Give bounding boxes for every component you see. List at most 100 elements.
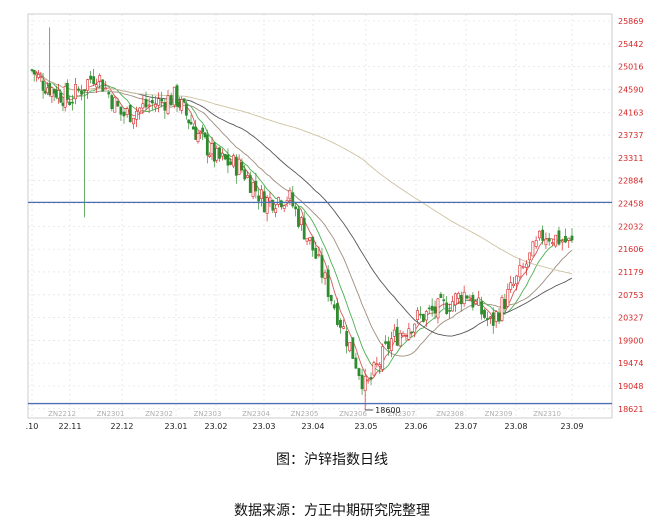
candle-body bbox=[392, 329, 396, 337]
candle-body bbox=[357, 368, 361, 377]
candle-body bbox=[459, 294, 463, 305]
x-tick-label: 23.07 bbox=[455, 422, 478, 431]
candle-body bbox=[163, 102, 167, 111]
y-tick-label: 19474 bbox=[618, 359, 643, 368]
contract-label: ZN2212 bbox=[48, 410, 76, 418]
candle-body bbox=[210, 143, 214, 155]
candle-body bbox=[314, 247, 318, 259]
y-tick-label: 22884 bbox=[618, 177, 643, 186]
y-tick-label: 22458 bbox=[618, 200, 643, 209]
candle-body bbox=[348, 342, 352, 352]
contract-label: ZN2301 bbox=[97, 410, 125, 418]
y-tick-label: 20753 bbox=[618, 291, 643, 300]
candle-body bbox=[160, 98, 164, 102]
figure-caption: 图：沪锌指数日线 bbox=[276, 452, 388, 468]
y-tick-label: 24163 bbox=[618, 108, 643, 117]
candle-body bbox=[257, 195, 261, 202]
candle-body bbox=[138, 107, 142, 113]
candle-body bbox=[509, 282, 513, 290]
candle-body bbox=[354, 357, 358, 369]
candle-body bbox=[430, 305, 434, 311]
candle-body bbox=[323, 272, 327, 279]
candle-body bbox=[260, 189, 263, 199]
x-tick-label: 23.03 bbox=[253, 422, 276, 431]
candle-body bbox=[83, 89, 86, 92]
candle-body bbox=[389, 338, 393, 351]
x-tick-label: .10 bbox=[26, 422, 39, 431]
candle-body bbox=[208, 154, 212, 157]
candle-body bbox=[378, 364, 382, 367]
candle-body bbox=[497, 312, 501, 322]
candle-body bbox=[294, 206, 298, 210]
candle-body bbox=[551, 242, 554, 244]
candle-body bbox=[554, 234, 558, 247]
candle-body bbox=[234, 156, 238, 176]
candle-body bbox=[448, 310, 451, 312]
candle-body bbox=[30, 69, 34, 71]
contract-label: ZN2302 bbox=[145, 410, 173, 418]
candle-body bbox=[277, 197, 280, 205]
candle-body bbox=[63, 86, 67, 108]
y-tick-label: 18621 bbox=[618, 405, 643, 414]
candle-body bbox=[480, 301, 484, 315]
candle-body bbox=[488, 316, 492, 319]
candle-body bbox=[77, 88, 80, 91]
candle-body bbox=[110, 95, 114, 110]
candle-body bbox=[299, 217, 303, 226]
low-annotation-label: 18600 bbox=[375, 406, 400, 415]
candle-body bbox=[68, 101, 71, 105]
candle-body bbox=[218, 147, 221, 159]
candle-body bbox=[531, 241, 535, 257]
candle-body bbox=[154, 104, 157, 108]
candle-body bbox=[335, 303, 339, 325]
x-tick-label: 23.08 bbox=[505, 422, 528, 431]
candle-body bbox=[506, 289, 510, 307]
candle-body bbox=[456, 293, 460, 299]
candle-body bbox=[89, 75, 93, 80]
candle-body bbox=[150, 99, 154, 104]
candle-body bbox=[166, 95, 170, 114]
candle-body bbox=[494, 311, 498, 322]
y-tick-label: 22032 bbox=[618, 222, 643, 231]
contract-label: ZN2303 bbox=[194, 410, 222, 418]
candle-body bbox=[311, 236, 315, 251]
candle-body bbox=[474, 300, 478, 304]
candle-body bbox=[223, 154, 227, 160]
x-tick-label: 22.11 bbox=[59, 422, 82, 431]
y-tick-label: 19048 bbox=[618, 382, 643, 391]
candle-body bbox=[157, 98, 160, 106]
candle-body bbox=[57, 90, 60, 99]
candle-body bbox=[65, 82, 69, 100]
candle-body bbox=[122, 111, 126, 117]
candle-body bbox=[351, 337, 355, 359]
x-tick-label: 22.12 bbox=[111, 422, 134, 431]
candle-body bbox=[107, 92, 111, 95]
candle-body bbox=[468, 299, 472, 301]
candle-body bbox=[175, 85, 179, 107]
source-caption: 数据来源：方正中期研究院整理 bbox=[234, 503, 430, 519]
candle-body bbox=[169, 95, 173, 106]
candle-body bbox=[541, 229, 545, 241]
candle-body bbox=[268, 197, 272, 202]
candle-body bbox=[54, 89, 58, 98]
candle-body bbox=[80, 90, 83, 95]
candle-body bbox=[369, 377, 373, 380]
candle-body bbox=[366, 379, 370, 382]
candle-body bbox=[182, 98, 186, 103]
candle-body bbox=[119, 106, 123, 115]
candle-body bbox=[387, 341, 390, 350]
candle-body bbox=[345, 331, 349, 347]
candle-body bbox=[243, 169, 247, 180]
candle-body bbox=[291, 192, 295, 207]
candle-body bbox=[491, 312, 495, 326]
candle-body bbox=[477, 297, 481, 306]
candle-body bbox=[71, 101, 74, 104]
candle-body bbox=[419, 313, 422, 316]
candle-body bbox=[35, 73, 38, 76]
candle-body bbox=[538, 230, 541, 239]
candle-body bbox=[147, 104, 151, 107]
candle-body bbox=[521, 266, 525, 269]
candle-body bbox=[422, 313, 425, 322]
candle-body bbox=[339, 320, 342, 328]
y-tick-label: 21179 bbox=[618, 268, 643, 277]
